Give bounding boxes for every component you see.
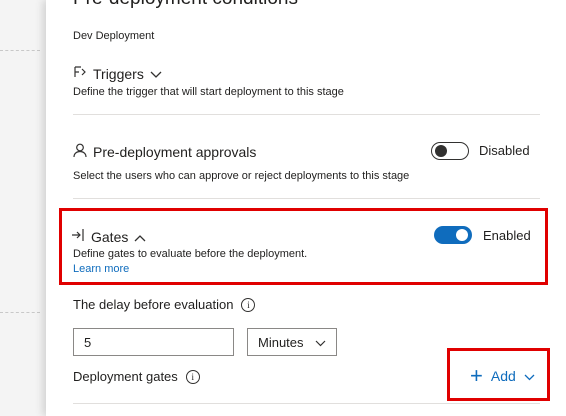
- person-icon: [73, 143, 87, 161]
- gates-highlight-box: [59, 208, 548, 285]
- triggers-icon: [73, 65, 87, 82]
- toggle-knob: [435, 145, 447, 157]
- delay-label: The delay before evaluation i: [73, 297, 256, 312]
- approvals-label: Pre-deployment approvals: [93, 144, 257, 160]
- add-highlight-box: [447, 348, 550, 401]
- info-icon[interactable]: i: [185, 369, 200, 384]
- panel-title: Pre-deployment conditions: [73, 0, 298, 10]
- approvals-toggle-state: Disabled: [479, 143, 530, 158]
- canvas-connector-line: [0, 50, 40, 51]
- info-icon[interactable]: i: [241, 297, 256, 312]
- approvals-description: Select the users who can approve or reje…: [73, 170, 410, 182]
- pre-deployment-conditions-panel: Pre-deployment conditions Dev Deployment…: [46, 0, 566, 416]
- triggers-description: Define the trigger that will start deplo…: [73, 86, 344, 98]
- canvas-connector-line: [0, 312, 40, 313]
- approvals-toggle[interactable]: [431, 142, 469, 160]
- triggers-label: Triggers: [93, 65, 144, 82]
- delay-value: 5: [84, 334, 92, 350]
- delay-value-input[interactable]: 5: [73, 328, 234, 356]
- delay-unit-dropdown[interactable]: Minutes: [247, 328, 337, 356]
- deployment-gates-label-text: Deployment gates: [73, 369, 178, 384]
- background-canvas: [0, 0, 46, 416]
- approvals-header: Pre-deployment approvals: [73, 143, 256, 161]
- triggers-header[interactable]: Triggers: [73, 65, 162, 82]
- chevron-down-icon: [315, 335, 326, 350]
- deployment-gates-label: Deployment gates i: [73, 369, 200, 384]
- chevron-down-icon: [150, 66, 162, 82]
- section-divider: [73, 403, 540, 404]
- stage-name: Dev Deployment: [73, 30, 155, 42]
- delay-label-text: The delay before evaluation: [73, 297, 234, 312]
- section-divider: [73, 114, 540, 115]
- section-divider: [73, 198, 540, 199]
- delay-unit: Minutes: [258, 334, 304, 350]
